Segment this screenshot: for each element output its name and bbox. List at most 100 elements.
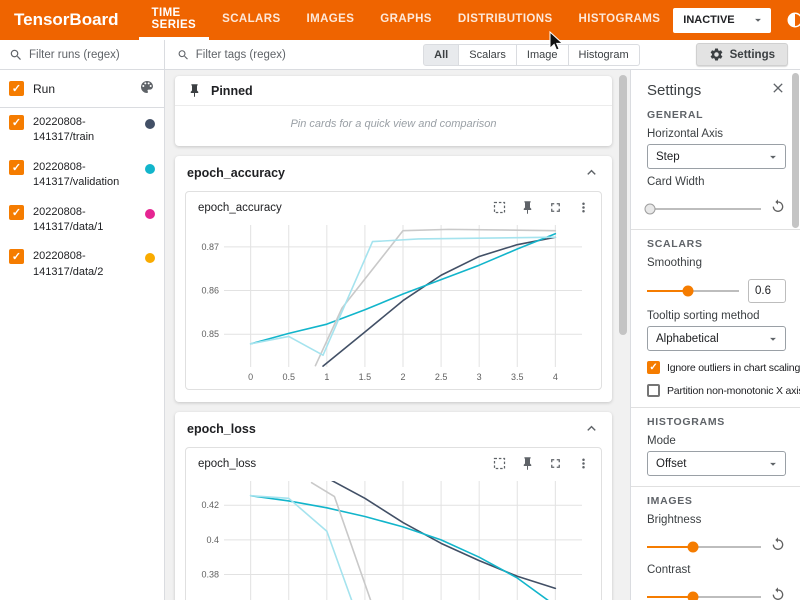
brightness-label: Brightness — [647, 514, 786, 526]
run-checkbox[interactable]: ✓ — [9, 160, 24, 175]
run-checkbox[interactable]: ✓ — [9, 115, 24, 130]
tab-images[interactable]: IMAGES — [294, 0, 368, 40]
chevron-up-icon[interactable] — [583, 420, 600, 437]
contrast-slider[interactable] — [647, 596, 761, 598]
partition-x-axis-checkbox[interactable] — [647, 384, 660, 397]
tab-graphs[interactable]: GRAPHS — [367, 0, 445, 40]
scalar-card-epoch-loss: epoch_loss 00.511.522.533.540.360.380.40… — [185, 447, 602, 600]
app-logo: TensorBoard — [0, 10, 139, 30]
settings-scrollbar[interactable] — [792, 73, 799, 228]
smoothing-slider[interactable] — [647, 290, 739, 292]
tensorboard-app: TensorBoard TIME SERIES SCALARS IMAGES G… — [0, 0, 800, 600]
slider-thumb[interactable] — [645, 203, 656, 214]
card-header: epoch_loss — [186, 448, 601, 471]
tag-type-filter-group: All Scalars Image Histogram — [423, 44, 639, 66]
chip-image[interactable]: Image — [517, 44, 569, 66]
brightness-control — [647, 536, 786, 557]
palette-icon — [139, 79, 155, 95]
run-color-dot — [145, 164, 155, 174]
horizontal-axis-select[interactable]: Step — [647, 144, 786, 169]
slider-fill — [647, 546, 693, 548]
run-label-line2: 141317/validation — [33, 176, 119, 188]
chevron-down-icon — [766, 457, 780, 471]
fullscreen-icon[interactable] — [548, 456, 563, 471]
select-all-runs-checkbox[interactable]: ✓ — [9, 81, 24, 96]
section-epoch-loss: epoch_loss epoch_loss — [175, 412, 612, 600]
lower-area: Pinned Pin cards for a quick view and co… — [165, 70, 800, 600]
chip-scalars[interactable]: Scalars — [459, 44, 517, 66]
reset-contrast-button[interactable] — [770, 586, 786, 600]
settings-panel: Settings GENERAL Horizontal Axis Step Ca… — [630, 70, 800, 600]
svg-text:0.38: 0.38 — [201, 570, 219, 580]
search-icon — [177, 48, 190, 62]
palette-button[interactable] — [139, 79, 155, 98]
run-row-train[interactable]: ✓ 20220808- 141317/train — [0, 108, 164, 153]
card-width-label: Card Width — [647, 176, 786, 188]
run-checkbox[interactable]: ✓ — [9, 249, 24, 264]
svg-text:1.5: 1.5 — [359, 372, 372, 382]
tab-histograms[interactable]: HISTOGRAMS — [566, 0, 674, 40]
section-header-epoch-accuracy[interactable]: epoch_accuracy — [175, 156, 612, 189]
scalar-card-epoch-accuracy: epoch_accuracy 00.511.522.533.540.850.86… — [185, 191, 602, 390]
histogram-mode-select[interactable]: Offset — [647, 451, 786, 476]
main-scrollbar[interactable] — [619, 75, 627, 335]
section-title: epoch_accuracy — [187, 166, 285, 180]
pin-icon[interactable] — [520, 456, 535, 471]
tab-scalars[interactable]: SCALARS — [209, 0, 293, 40]
slider-thumb[interactable] — [683, 286, 694, 297]
settings-section-scalars: SCALARS — [647, 238, 786, 250]
status-dropdown[interactable]: INACTIVE — [673, 8, 770, 33]
run-color-dot — [145, 253, 155, 263]
divider — [631, 486, 800, 487]
app-header: TensorBoard TIME SERIES SCALARS IMAGES G… — [0, 0, 800, 40]
theme-toggle-button[interactable] — [781, 6, 800, 34]
smoothing-value-input[interactable] — [748, 279, 786, 303]
runs-filter-input[interactable] — [29, 49, 155, 61]
more-options-icon[interactable] — [576, 200, 591, 215]
more-options-icon[interactable] — [576, 456, 591, 471]
settings-button[interactable]: Settings — [696, 43, 788, 66]
card-title: epoch_accuracy — [198, 202, 282, 214]
reset-card-width-button[interactable] — [770, 198, 786, 219]
card-width-slider[interactable] — [647, 208, 761, 210]
reset-brightness-button[interactable] — [770, 536, 786, 557]
close-icon — [770, 80, 786, 96]
card-title: epoch_loss — [198, 458, 256, 470]
tooltip-sorting-select[interactable]: Alphabetical — [647, 326, 786, 351]
slider-thumb[interactable] — [687, 541, 698, 552]
chevron-down-icon — [766, 150, 780, 164]
fullscreen-icon[interactable] — [548, 200, 563, 215]
svg-text:0.4: 0.4 — [206, 535, 219, 545]
reset-icon — [770, 536, 786, 552]
content-area: ✓ Run ✓ 20220808- 141317/train ✓ 2022080… — [0, 40, 800, 600]
brightness-slider[interactable] — [647, 546, 761, 548]
close-settings-button[interactable] — [770, 80, 786, 101]
line-chart-epoch-loss[interactable]: 00.511.522.533.540.360.380.40.42 — [186, 471, 601, 600]
run-row-data-1[interactable]: ✓ 20220808- 141317/data/1 — [0, 198, 164, 243]
fit-to-data-icon[interactable] — [492, 200, 507, 215]
run-row-validation[interactable]: ✓ 20220808- 141317/validation — [0, 153, 164, 198]
fit-to-data-icon[interactable] — [492, 456, 507, 471]
partition-x-axis-row[interactable]: Partition non-monotonic X axis i — [647, 384, 786, 397]
run-row-data-2[interactable]: ✓ 20220808- 141317/data/2 — [0, 242, 164, 287]
ignore-outliers-row[interactable]: ✓ Ignore outliers in chart scaling — [647, 361, 786, 374]
histogram-mode-value: Offset — [656, 458, 686, 470]
status-dropdown-value: INACTIVE — [683, 14, 734, 26]
chevron-up-icon[interactable] — [583, 164, 600, 181]
svg-text:4: 4 — [553, 372, 558, 382]
ignore-outliers-checkbox[interactable]: ✓ — [647, 361, 660, 374]
run-label-line2: 141317/train — [33, 131, 94, 143]
runs-column-label: Run — [33, 82, 55, 96]
run-checkbox[interactable]: ✓ — [9, 205, 24, 220]
svg-text:0.42: 0.42 — [201, 500, 219, 510]
chip-all[interactable]: All — [423, 44, 459, 66]
slider-thumb[interactable] — [687, 591, 698, 600]
chip-histogram[interactable]: Histogram — [569, 44, 640, 66]
svg-text:0.5: 0.5 — [282, 372, 295, 382]
tag-filter-input[interactable] — [196, 49, 387, 61]
line-chart-epoch-accuracy[interactable]: 00.511.522.533.540.850.860.87 — [186, 215, 601, 389]
pin-icon[interactable] — [520, 200, 535, 215]
section-header-epoch-loss[interactable]: epoch_loss — [175, 412, 612, 445]
tab-distributions[interactable]: DISTRIBUTIONS — [445, 0, 566, 40]
tab-time-series[interactable]: TIME SERIES — [139, 0, 210, 40]
